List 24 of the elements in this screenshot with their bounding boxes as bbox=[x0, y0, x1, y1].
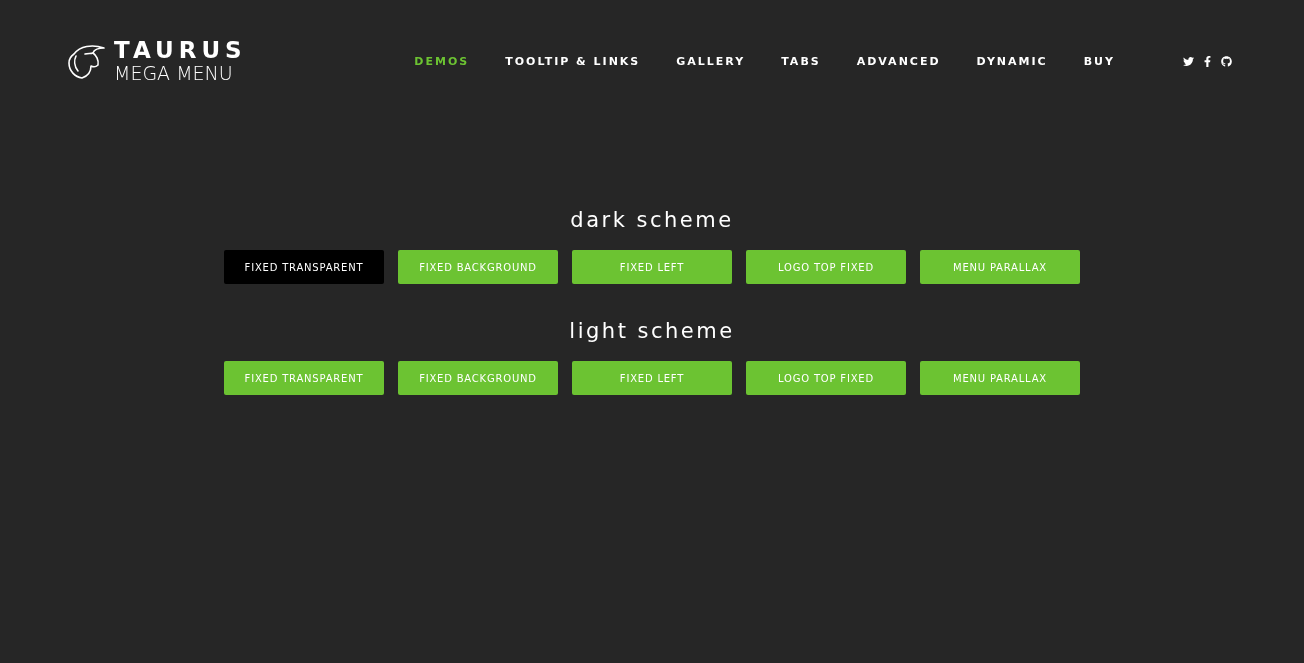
nav-link[interactable]: DYNAMIC bbox=[958, 54, 1066, 68]
nav-link[interactable]: GALLERY bbox=[658, 54, 764, 68]
demo-button[interactable]: FIXED BACKGROUND bbox=[398, 361, 558, 395]
section-title: light scheme bbox=[569, 319, 735, 343]
logo-title: TAURUS bbox=[114, 38, 247, 62]
demo-button[interactable]: LOGO TOP FIXED bbox=[746, 361, 906, 395]
nav-link[interactable]: TOOLTIP & LINKS bbox=[487, 54, 659, 68]
github-icon[interactable] bbox=[1221, 55, 1232, 67]
twitter-icon[interactable] bbox=[1183, 55, 1194, 67]
logo-subtitle: MEGA MENU bbox=[114, 62, 234, 84]
nav-link[interactable]: BUY bbox=[1065, 54, 1133, 68]
demo-button[interactable]: MENU PARALLAX bbox=[920, 250, 1080, 284]
demo-button[interactable]: FIXED TRANSPARENT bbox=[224, 361, 384, 395]
demo-button[interactable]: FIXED TRANSPARENT bbox=[224, 250, 384, 284]
demo-button[interactable]: FIXED LEFT bbox=[572, 250, 732, 284]
demo-button[interactable]: FIXED LEFT bbox=[572, 361, 732, 395]
nav-link[interactable]: TABS bbox=[763, 54, 839, 68]
nav-link[interactable]: DEMOS bbox=[396, 54, 488, 68]
demo-button[interactable]: LOGO TOP FIXED bbox=[746, 250, 906, 284]
demo-button[interactable]: MENU PARALLAX bbox=[920, 361, 1080, 395]
section-title: dark scheme bbox=[570, 208, 734, 232]
demo-button[interactable]: FIXED BACKGROUND bbox=[398, 250, 558, 284]
facebook-icon[interactable] bbox=[1202, 55, 1213, 67]
nav-link[interactable]: ADVANCED bbox=[838, 54, 959, 68]
